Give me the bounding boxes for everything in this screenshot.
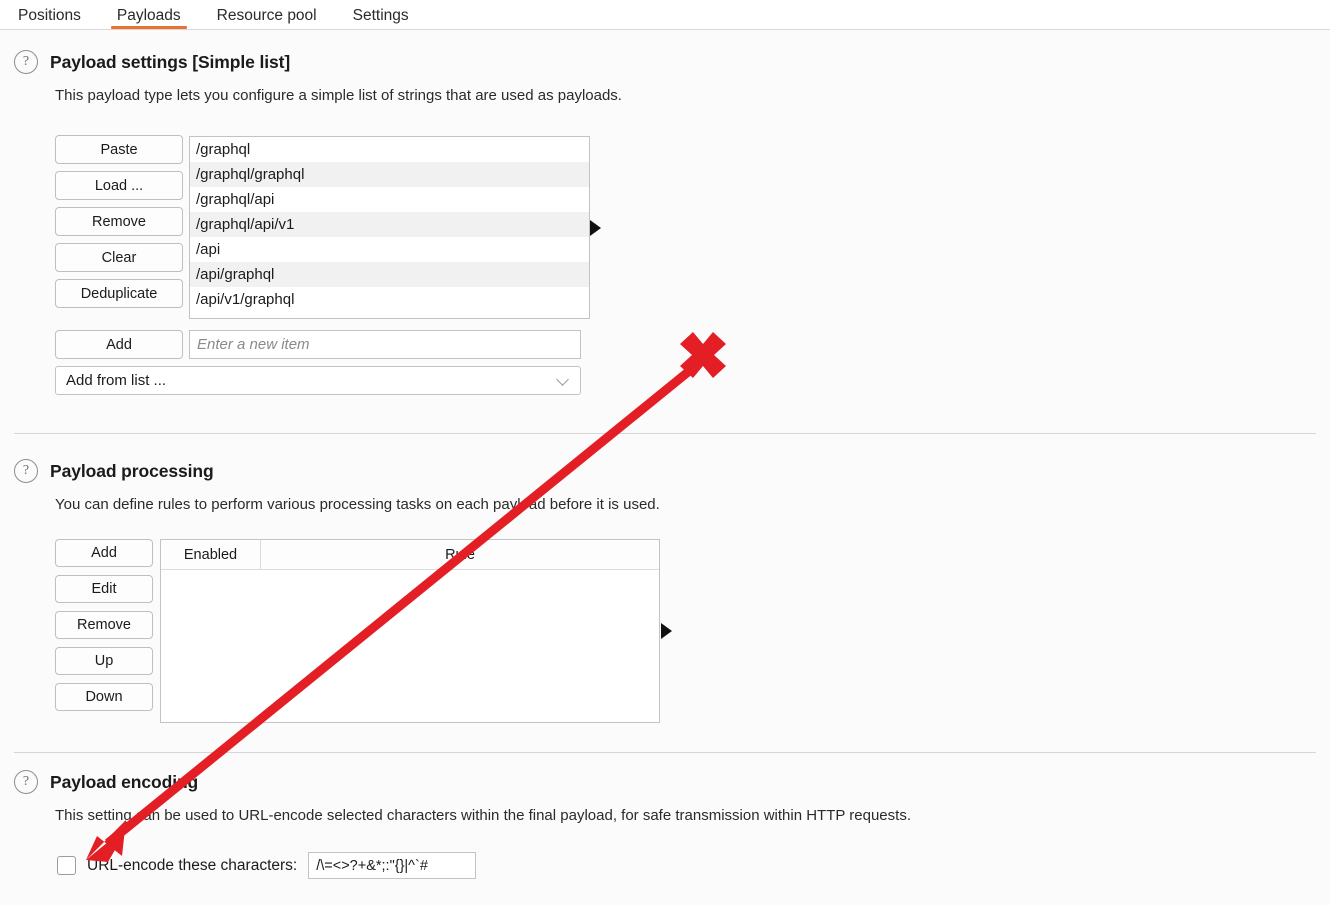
list-item[interactable]: /api/graphql (190, 262, 589, 287)
payload-processing-section: ? Payload processing You can define rule… (0, 459, 1330, 513)
list-item[interactable]: /graphql/graphql (190, 162, 589, 187)
section-divider (14, 433, 1316, 434)
move-rule-up-button[interactable]: Up (55, 647, 153, 675)
red-x-mark (680, 332, 726, 378)
list-item[interactable]: /api/v1/graphql (190, 287, 589, 312)
url-encode-label: URL-encode these characters: (87, 856, 298, 874)
payload-processing-description: You can define rules to perform various … (55, 496, 660, 513)
list-item[interactable]: /graphql/api (190, 187, 589, 212)
paste-button[interactable]: Paste (55, 135, 183, 164)
payload-processing-table[interactable]: Enabled Rule (160, 539, 660, 723)
tab-positions[interactable]: Positions (0, 7, 99, 30)
table-header-row: Enabled Rule (161, 540, 659, 570)
column-header-enabled: Enabled (161, 540, 261, 569)
remove-rule-button[interactable]: Remove (55, 611, 153, 639)
triangle-right-icon[interactable] (590, 220, 601, 236)
tab-bar: Positions Payloads Resource pool Setting… (0, 0, 1330, 30)
list-item[interactable]: /api (190, 237, 589, 262)
column-header-rule: Rule (445, 546, 475, 563)
payload-processing-header: ? Payload processing (14, 459, 1330, 483)
add-rule-button[interactable]: Add (55, 539, 153, 567)
deduplicate-button[interactable]: Deduplicate (55, 279, 183, 308)
payload-settings-title: Payload settings [Simple list] (50, 51, 291, 72)
remove-button[interactable]: Remove (55, 207, 183, 236)
payload-list-button-column: Paste Load ... Remove Clear Deduplicate (55, 135, 183, 308)
payload-encoding-title: Payload encoding (50, 771, 199, 792)
payload-list[interactable]: /graphql /graphql/graphql /graphql/api /… (189, 136, 590, 319)
url-encode-characters-input[interactable] (308, 852, 477, 879)
payload-processing-button-column: Add Edit Remove Up Down (55, 539, 153, 711)
add-from-list-label: Add from list ... (66, 372, 167, 389)
url-encode-checkbox[interactable] (57, 856, 76, 875)
question-mark-icon[interactable]: ? (14, 459, 38, 483)
payload-settings-header: ? Payload settings [Simple list] (14, 50, 1330, 74)
move-rule-down-button[interactable]: Down (55, 683, 153, 711)
question-mark-icon[interactable]: ? (14, 770, 38, 794)
payload-settings-section: ? Payload settings [Simple list] This pa… (0, 50, 1330, 104)
payload-settings-description: This payload type lets you configure a s… (55, 87, 622, 104)
payload-encoding-header: ? Payload encoding (14, 770, 1330, 794)
section-divider (14, 752, 1316, 753)
clear-button[interactable]: Clear (55, 243, 183, 272)
chevron-down-icon (557, 374, 570, 387)
add-payload-button[interactable]: Add (55, 330, 183, 359)
list-item[interactable]: /graphql (190, 137, 589, 162)
table-body[interactable] (161, 570, 659, 722)
intruder-payloads-panel: Positions Payloads Resource pool Setting… (0, 0, 1330, 905)
triangle-right-icon[interactable] (661, 623, 672, 639)
url-encode-row: URL-encode these characters: (57, 852, 477, 879)
payload-processing-title: Payload processing (50, 460, 214, 481)
new-item-input[interactable] (189, 330, 581, 359)
tab-resource-pool[interactable]: Resource pool (199, 7, 335, 30)
list-item[interactable]: /graphql/api/v1 (190, 212, 589, 237)
question-mark-icon[interactable]: ? (14, 50, 38, 74)
tab-settings[interactable]: Settings (335, 7, 427, 30)
tab-payloads[interactable]: Payloads (99, 7, 199, 30)
payload-encoding-description: This setting can be used to URL-encode s… (55, 807, 911, 824)
add-from-list-dropdown[interactable]: Add from list ... (55, 366, 581, 395)
load-button[interactable]: Load ... (55, 171, 183, 200)
edit-rule-button[interactable]: Edit (55, 575, 153, 603)
payload-encoding-section: ? Payload encoding This setting can be u… (0, 770, 1330, 824)
